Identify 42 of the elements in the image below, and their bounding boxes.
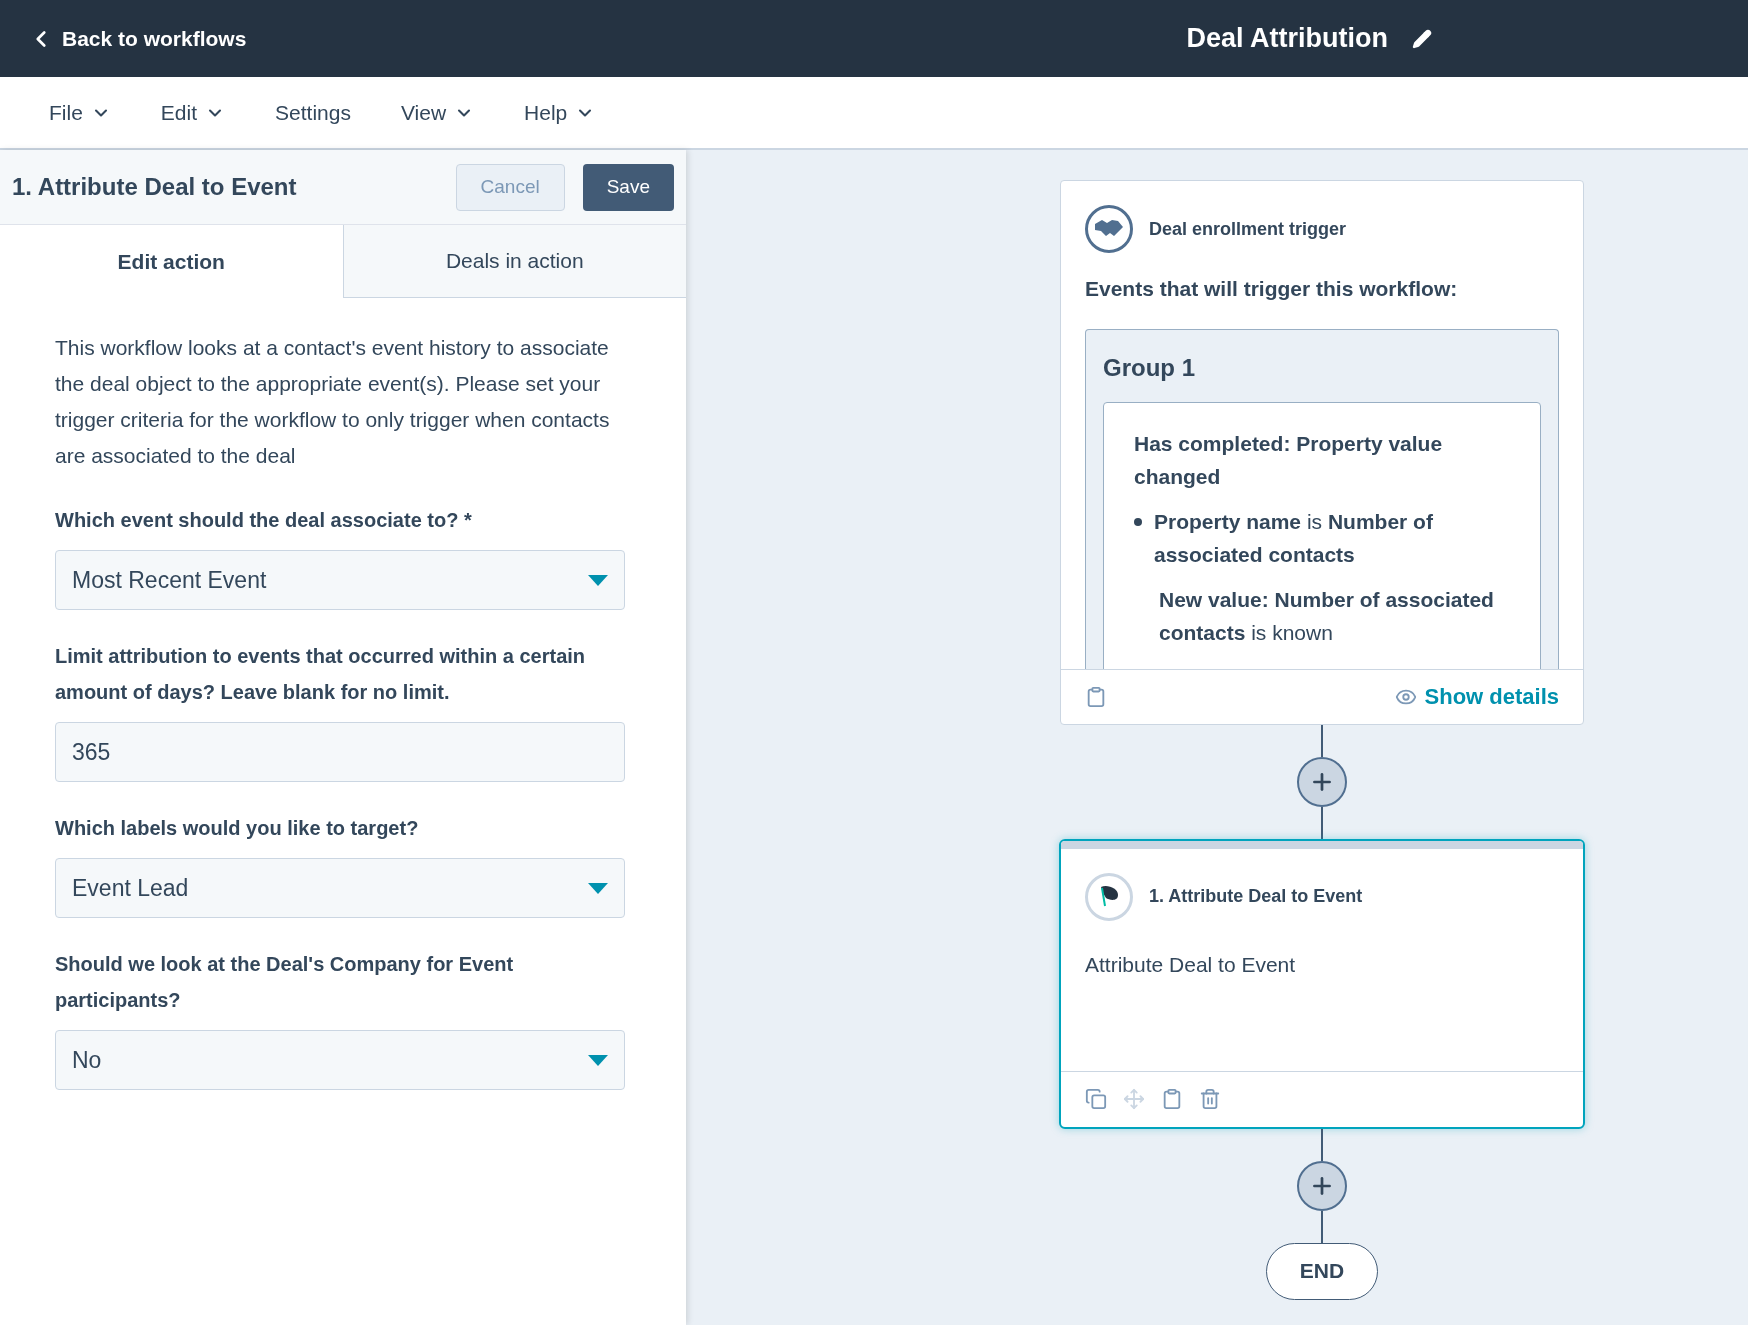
trash-icon[interactable] xyxy=(1199,1088,1221,1110)
condition-heading: Has completed: Property value changed xyxy=(1134,430,1444,490)
show-details-link[interactable]: Show details xyxy=(1394,680,1559,713)
input-field[interactable]: 365 xyxy=(55,722,625,782)
caret-icon xyxy=(588,574,608,586)
add-step-button[interactable] xyxy=(1297,756,1347,807)
clipboard-icon[interactable] xyxy=(1085,685,1107,708)
condition-text: Property name is Number of associated contacts xyxy=(1154,508,1434,568)
panel-title: 1. Attribute Deal to Event xyxy=(12,172,298,202)
trigger-title: Deal enrollment trigger xyxy=(1149,217,1347,241)
field-label: Which labels would you like to target? xyxy=(55,816,420,841)
action-description: Attribute Deal to Event xyxy=(1085,951,1297,978)
back-link[interactable]: Back to workflows xyxy=(28,22,247,55)
copy-icon[interactable] xyxy=(1085,1088,1107,1110)
action-title: 1. Attribute Deal to Event xyxy=(1149,885,1363,908)
trigger-card[interactable] xyxy=(1060,180,1584,725)
add-step-button[interactable] xyxy=(1297,1160,1347,1211)
pencil-icon[interactable] xyxy=(1411,28,1432,49)
menu-item[interactable]: File xyxy=(49,96,111,129)
description-text: This workflow looks at a contact's event history to associate the deal object to the appropriate event(s). Please set your trigger criteria for the workflow to only trigger when contacts are associated to the deal xyxy=(55,335,611,469)
end-node: END xyxy=(1266,1242,1378,1300)
select-field[interactable]: No xyxy=(55,1030,625,1090)
bullet-icon xyxy=(1134,517,1142,526)
menu-item[interactable]: View xyxy=(400,96,475,129)
field-label: Which event should the deal associate to? * xyxy=(55,508,473,533)
field-label: Limit attribution to events that occurred within a certain amount of days? Leave blank for no limit. xyxy=(55,644,587,705)
menu-item[interactable]: Edit xyxy=(160,96,226,129)
save-button[interactable]: Save xyxy=(582,163,674,211)
trigger-subtitle: Events that will trigger this workflow: xyxy=(1085,276,1459,302)
clipboard-icon[interactable] xyxy=(1161,1088,1183,1110)
action-card[interactable]: 1. Attribute Deal to Event Attribute Deal to Event xyxy=(1059,838,1585,1129)
menu-item[interactable]: Settings xyxy=(275,96,351,129)
caret-icon xyxy=(588,1054,608,1066)
caret-icon xyxy=(588,882,608,894)
select-field[interactable]: Most Recent Event xyxy=(55,550,625,610)
workflow-title: Deal Attribution xyxy=(1186,22,1388,56)
group-title: Group 1 xyxy=(1103,352,1196,383)
select-field[interactable]: Event Lead xyxy=(55,858,625,918)
field-label: Should we look at the Deal's Company for Event participants? xyxy=(55,952,515,1013)
menu-item[interactable]: Help xyxy=(524,96,596,129)
tab[interactable]: Deals in action xyxy=(342,225,686,298)
condition-text: New value: Number of associated contacts is known xyxy=(1158,586,1495,646)
